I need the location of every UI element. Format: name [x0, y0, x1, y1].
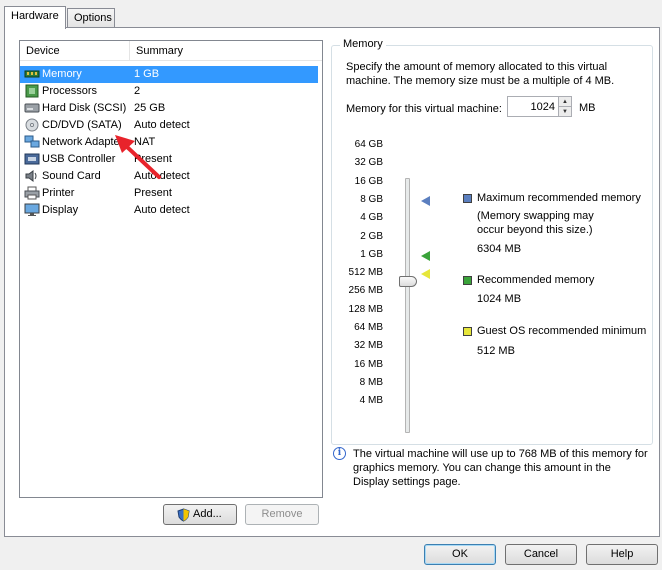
column-header-summary[interactable]: Summary	[130, 41, 320, 61]
display-icon	[24, 203, 40, 216]
device-row-network-adapter[interactable]: Network Adapter NAT	[20, 134, 318, 151]
max-recommended-legend-icon	[463, 194, 472, 203]
scale-label: 512 MB	[348, 267, 383, 279]
red-arrow-icon	[115, 135, 161, 179]
cancel-button[interactable]: Cancel	[505, 544, 577, 565]
memory-scale: 64 GB 32 GB 16 GB 8 GB 4 GB 2 GB 1 GB 51…	[325, 139, 383, 409]
graphics-memory-info: The virtual machine will use up to 768 M…	[353, 448, 648, 488]
scale-label: 4 GB	[360, 212, 383, 224]
memory-icon	[24, 70, 40, 78]
device-summary: 1 GB	[134, 68, 160, 80]
scale-label: 32 MB	[354, 340, 383, 352]
device-name: Printer	[42, 187, 75, 199]
sound-card-icon	[25, 170, 37, 182]
tab-hardware[interactable]: Hardware	[4, 6, 66, 29]
device-name: Network Adapter	[42, 136, 124, 148]
minimum-value: 512 MB	[477, 345, 515, 357]
device-summary: 25 GB	[134, 102, 166, 114]
device-row-processors[interactable]: Processors 2	[20, 83, 318, 100]
spin-up-icon[interactable]: ▲	[559, 97, 571, 107]
memory-description: Specify the amount of memory allocated t…	[346, 61, 615, 87]
memory-field-label: Memory for this virtual machine:	[346, 103, 502, 115]
device-name: Sound Card	[42, 170, 101, 182]
processor-icon	[25, 84, 39, 98]
max-recommended-marker-icon	[421, 196, 430, 206]
scale-label: 4 MB	[359, 395, 383, 407]
add-button-label: Add...	[193, 508, 222, 520]
scale-label: 64 MB	[354, 322, 383, 333]
device-list[interactable]: Device Summary Memory 1 GB Processors 2 …	[19, 40, 323, 498]
max-recommended-label: Maximum recommended memory	[477, 192, 641, 204]
scale-label: 256 MB	[348, 285, 383, 297]
recommended-marker-icon	[421, 251, 430, 261]
device-row-printer[interactable]: Printer Present	[20, 185, 318, 202]
scale-label: 1 GB	[360, 248, 383, 260]
list-header: Device Summary	[20, 41, 322, 61]
minimum-legend-icon	[463, 327, 472, 336]
add-button[interactable]: Add...	[163, 504, 237, 525]
device-row-hard-disk[interactable]: Hard Disk (SCSI) 25 GB	[20, 100, 318, 117]
max-recommended-note: (Memory swapping may occur beyond this s…	[477, 210, 594, 236]
help-button[interactable]: Help	[586, 544, 658, 565]
minimum-label: Guest OS recommended minimum	[477, 325, 647, 337]
device-row-cd-dvd[interactable]: CD/DVD (SATA) Auto detect	[20, 117, 318, 134]
scale-label: 128 MB	[348, 303, 383, 315]
device-summary: Present	[134, 187, 172, 199]
device-name: Processors	[42, 85, 98, 97]
scale-label: 64 GB	[354, 139, 383, 150]
device-row-memory[interactable]: Memory 1 GB	[20, 66, 318, 83]
max-recommended-value: 6304 MB	[477, 243, 522, 255]
recommended-value: 1024 MB	[477, 293, 522, 305]
cd-dvd-icon	[25, 118, 39, 132]
scale-label: 32 GB	[354, 157, 383, 169]
minimum-marker-icon	[421, 269, 430, 279]
device-name: Hard Disk (SCSI)	[42, 102, 127, 114]
scale-label: 16 MB	[354, 358, 383, 370]
printer-icon	[24, 186, 40, 200]
network-adapter-icon	[24, 135, 40, 148]
memory-group-title: Memory	[340, 38, 386, 50]
remove-button[interactable]: Remove	[245, 504, 319, 525]
memory-unit-label: MB	[579, 102, 596, 114]
device-row-sound-card[interactable]: Sound Card Auto detect	[20, 168, 318, 185]
device-row-display[interactable]: Display Auto detect	[20, 202, 318, 219]
memory-slider-track[interactable]	[405, 178, 410, 433]
hardware-panel: Device Summary Memory 1 GB Processors 2 …	[4, 27, 660, 537]
device-row-usb-controller[interactable]: USB Controller Present	[20, 151, 318, 168]
device-name: Display	[42, 204, 79, 216]
device-name: Memory	[42, 68, 82, 80]
ok-button[interactable]: OK	[424, 544, 496, 565]
info-icon: i	[333, 447, 346, 460]
usb-icon	[24, 153, 40, 165]
spin-down-icon[interactable]: ▼	[559, 107, 571, 117]
recommended-label: Recommended memory	[477, 274, 595, 286]
recommended-legend-icon	[463, 276, 472, 285]
shield-icon	[177, 508, 190, 522]
memory-size-input[interactable]	[507, 96, 559, 117]
device-summary: Auto detect	[134, 204, 190, 216]
scale-label: 8 GB	[360, 193, 383, 205]
device-summary: 2	[134, 85, 141, 97]
hard-disk-icon	[24, 103, 40, 113]
device-name: CD/DVD (SATA)	[42, 119, 122, 131]
memory-spinner: ▲ ▼	[558, 96, 572, 117]
tab-options[interactable]: Options	[67, 8, 115, 28]
column-header-device[interactable]: Device	[20, 41, 130, 61]
device-name: USB Controller	[42, 153, 116, 165]
scale-label: 8 MB	[359, 376, 383, 388]
scale-label: 16 GB	[354, 175, 383, 187]
scale-label: 2 GB	[360, 230, 383, 242]
memory-slider-thumb[interactable]	[399, 276, 417, 287]
